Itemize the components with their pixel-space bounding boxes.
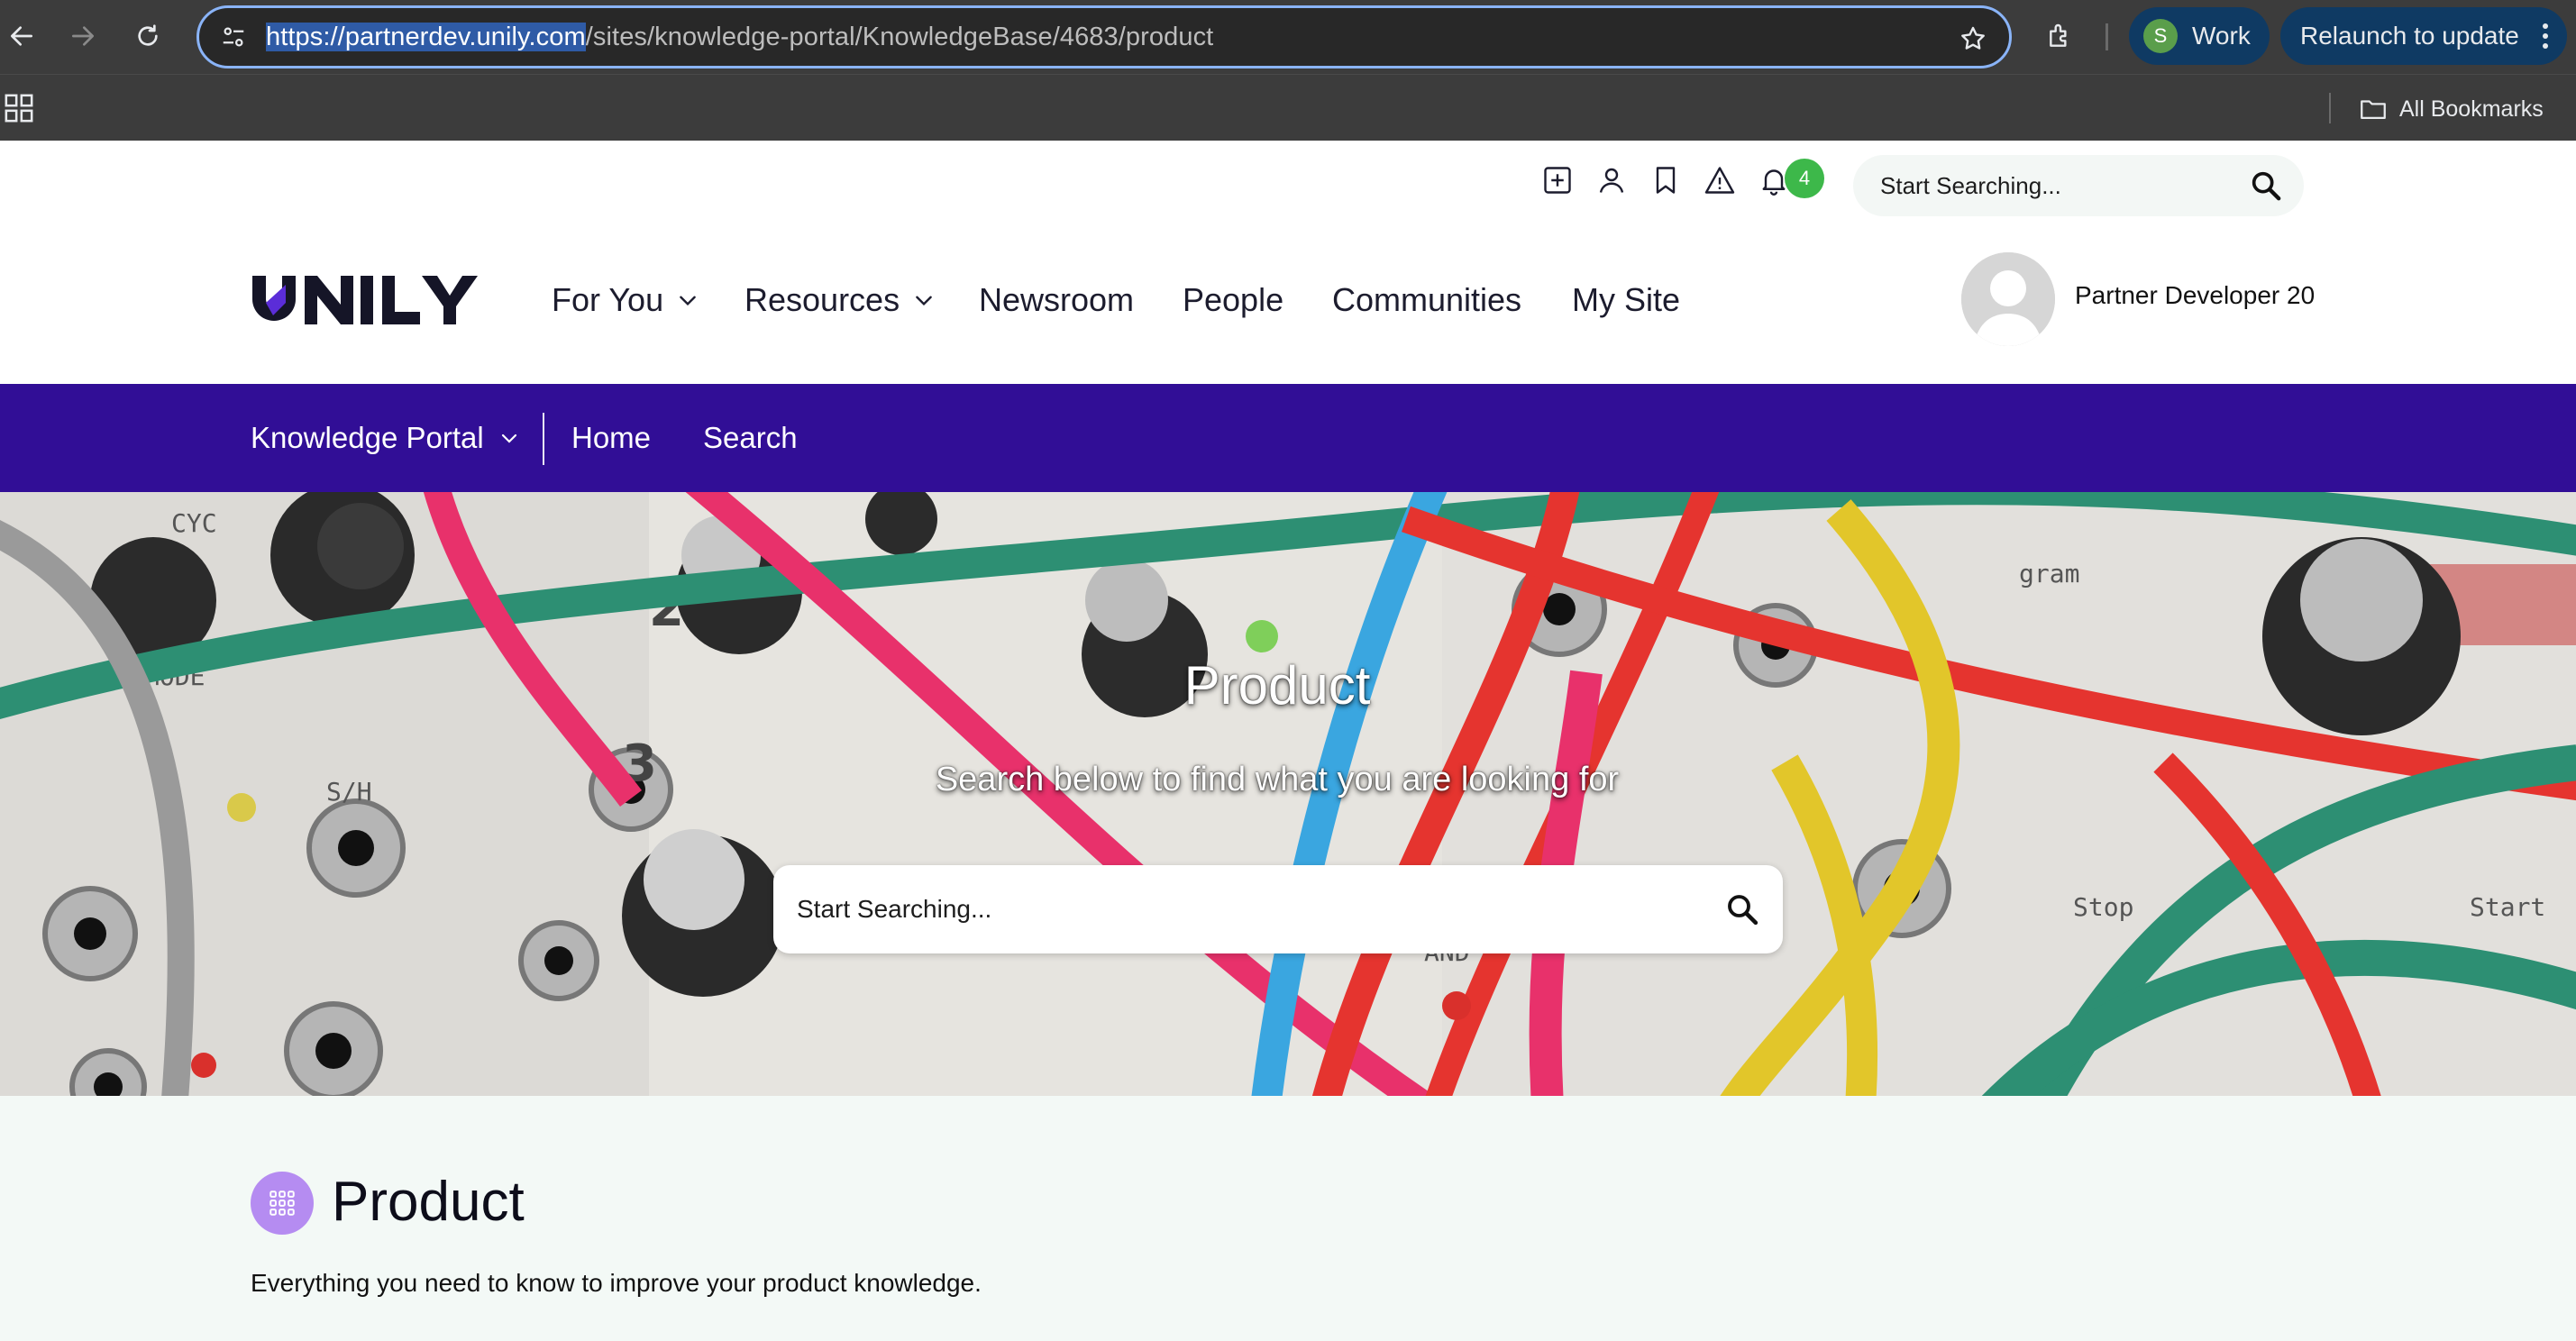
bookmarks-bar: All Bookmarks xyxy=(0,74,2576,141)
site-navigation-bar: Knowledge Portal Home Search xyxy=(0,384,2576,492)
address-bar[interactable]: https://partnerdev.unily.com/sites/knowl… xyxy=(196,5,2012,68)
site-nav-divider xyxy=(543,413,544,465)
all-bookmarks-button[interactable]: All Bookmarks xyxy=(2358,91,2544,127)
apps-grid-icon[interactable] xyxy=(4,93,34,123)
more-menu-icon[interactable] xyxy=(2536,20,2554,52)
nav-my-site-label: My Site xyxy=(1572,281,1681,318)
header-search[interactable] xyxy=(1853,155,2304,216)
user-name[interactable]: Partner Developer 20 xyxy=(2075,281,2315,310)
nav-for-you-label: For You xyxy=(552,281,664,318)
nav-newsroom[interactable]: Newsroom xyxy=(979,278,1134,323)
svg-text:CYC: CYC xyxy=(171,508,217,538)
hero-subtitle: Search below to find what you are lookin… xyxy=(935,761,1620,798)
profile-button[interactable]: S Work xyxy=(2129,7,2270,65)
url-text[interactable]: https://partnerdev.unily.com/sites/knowl… xyxy=(266,22,1214,52)
hero-search-input[interactable] xyxy=(797,895,1644,924)
hero-banner: CYCMODES/H ANDTrigStop Startgram 23 Prod… xyxy=(0,492,2576,1096)
nav-resources[interactable]: Resources xyxy=(744,278,936,323)
site-nav-home-label: Home xyxy=(571,421,652,454)
relaunch-button[interactable]: Relaunch to update xyxy=(2280,7,2567,65)
category-grid-icon xyxy=(251,1172,314,1235)
main-navigation: For You Resources Newsroom People Commun… xyxy=(0,231,2576,384)
browser-chrome: https://partnerdev.unily.com/sites/knowl… xyxy=(0,0,2576,141)
create-content-icon[interactable] xyxy=(1538,160,1577,200)
header-search-input[interactable] xyxy=(1880,171,2232,200)
profile-icon[interactable] xyxy=(1592,160,1631,200)
svg-text:Start: Start xyxy=(2470,892,2545,922)
nav-newsroom-label: Newsroom xyxy=(979,281,1135,318)
content-area: Product Everything you need to know to i… xyxy=(0,1096,2576,1341)
chevron-down-icon xyxy=(916,296,932,306)
nav-communities-label: Communities xyxy=(1332,281,1522,318)
bookmarks-separator xyxy=(2329,93,2331,123)
reload-icon[interactable] xyxy=(128,16,168,56)
folder-icon xyxy=(2361,100,2386,120)
hero-title: Product xyxy=(1183,655,1371,716)
nav-resources-label: Resources xyxy=(744,281,900,318)
site-settings-icon[interactable] xyxy=(215,19,251,55)
forward-arrow-icon[interactable] xyxy=(63,16,103,56)
bookmark-star-icon[interactable] xyxy=(1955,21,1991,57)
bookmark-icon[interactable] xyxy=(1646,160,1685,200)
page-description: Everything you need to know to improve y… xyxy=(251,1269,982,1297)
svg-text:Stop: Stop xyxy=(2073,892,2133,922)
url-path: /sites/knowledge-portal/KnowledgeBase/46… xyxy=(585,22,1214,51)
search-icon[interactable] xyxy=(2248,168,2284,204)
alert-warning-icon[interactable] xyxy=(1700,160,1740,200)
svg-text:gram: gram xyxy=(2019,559,2079,588)
page-title: Product xyxy=(332,1171,525,1233)
notification-count-badge[interactable]: 4 xyxy=(1785,159,1824,198)
site-nav-home[interactable]: Home xyxy=(571,384,651,492)
extensions-icon[interactable] xyxy=(2041,16,2080,56)
site-nav-search[interactable]: Search xyxy=(703,384,798,492)
toolbar-separator xyxy=(2106,23,2108,50)
nav-my-site[interactable]: My Site xyxy=(1572,278,1680,323)
chevron-down-icon xyxy=(501,433,516,443)
profile-avatar: S xyxy=(2143,19,2178,53)
all-bookmarks-label: All Bookmarks xyxy=(2399,96,2544,122)
nav-people[interactable]: People xyxy=(1183,278,1283,323)
profile-label: Work xyxy=(2192,22,2251,50)
hero-search[interactable] xyxy=(773,865,1783,953)
nav-people-label: People xyxy=(1183,281,1284,318)
site-switcher[interactable]: Knowledge Portal xyxy=(251,384,520,492)
site-switcher-label: Knowledge Portal xyxy=(251,421,484,454)
browser-toolbar: https://partnerdev.unily.com/sites/knowl… xyxy=(0,0,2576,74)
user-avatar[interactable] xyxy=(1961,252,2055,346)
relaunch-label: Relaunch to update xyxy=(2300,22,2519,50)
nav-for-you[interactable]: For You xyxy=(552,278,699,323)
search-icon[interactable] xyxy=(1723,890,1761,928)
back-arrow-icon[interactable] xyxy=(2,16,41,56)
url-host: https://partnerdev.unily.com xyxy=(266,22,586,51)
default-user-icon xyxy=(1961,252,2055,346)
site-nav-search-label: Search xyxy=(703,421,798,454)
nav-communities[interactable]: Communities xyxy=(1332,278,1521,323)
chevron-down-icon xyxy=(680,296,696,306)
unily-logo[interactable] xyxy=(249,267,494,330)
